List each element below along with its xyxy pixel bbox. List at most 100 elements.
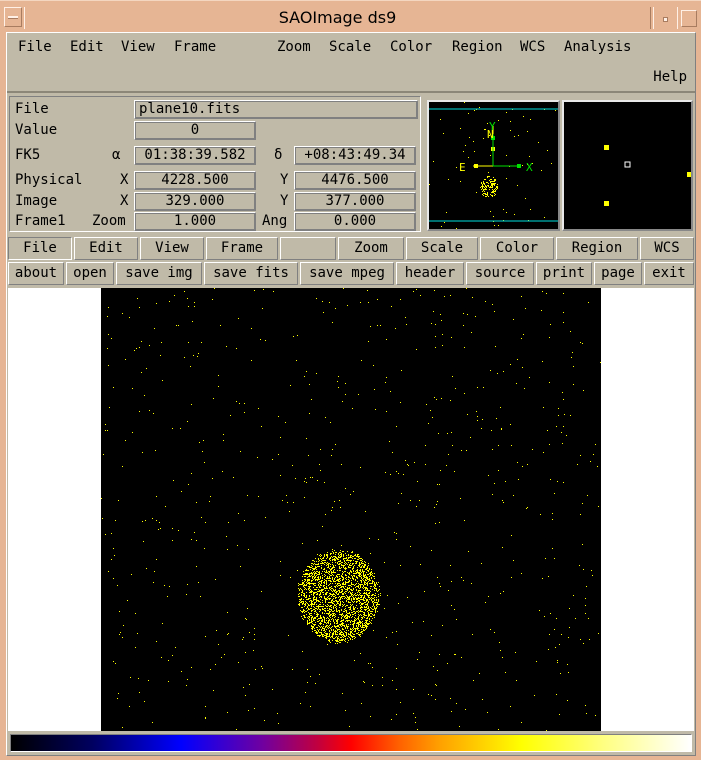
window-menu-button[interactable]	[4, 7, 22, 27]
btn-zoom[interactable]: Zoom	[338, 237, 404, 260]
ra-value: 01:38:39.582	[134, 146, 256, 165]
background-photon	[280, 561, 281, 562]
btn-open[interactable]: open	[66, 262, 114, 285]
background-photon	[448, 454, 449, 455]
source-photon	[340, 640, 341, 641]
panner-canvas[interactable]: N E X Y	[429, 102, 558, 229]
source-photon	[358, 583, 359, 584]
source-photon	[311, 575, 312, 576]
background-photon	[600, 362, 601, 363]
background-photon	[249, 632, 250, 633]
background-photon	[244, 412, 245, 413]
source-photon	[378, 600, 379, 601]
colorbar[interactable]	[10, 734, 692, 752]
source-photon	[375, 609, 376, 610]
background-photon	[280, 575, 281, 576]
panner-source-photon	[487, 177, 488, 178]
source-photon	[305, 603, 306, 604]
source-photon	[355, 561, 356, 562]
background-photon	[311, 399, 312, 400]
source-photon	[361, 632, 362, 633]
menu-file[interactable]: File	[18, 39, 52, 55]
btn-file[interactable]: File	[8, 237, 72, 260]
panner-source-photon	[484, 184, 485, 185]
btn-scale[interactable]: Scale	[406, 237, 478, 260]
btn-page[interactable]: page	[594, 262, 642, 285]
source-photon	[312, 601, 313, 602]
menu-wcs[interactable]: WCS	[520, 39, 545, 55]
source-photon	[361, 581, 362, 582]
btn-edit[interactable]: Edit	[74, 237, 138, 260]
source-photon	[364, 612, 365, 613]
background-photon	[228, 522, 229, 523]
btn-frame[interactable]: Frame	[206, 237, 278, 260]
background-photon	[511, 577, 512, 578]
btn-save-img[interactable]: save img	[116, 262, 202, 285]
background-photon	[320, 470, 321, 471]
source-photon	[340, 598, 341, 599]
background-photon	[139, 307, 140, 308]
source-photon	[369, 623, 370, 624]
maximize-button[interactable]	[677, 7, 697, 29]
btn-about[interactable]: about	[8, 262, 64, 285]
btn-save-mpeg[interactable]: save mpeg	[300, 262, 394, 285]
background-photon	[329, 616, 330, 617]
btn-wcs[interactable]: WCS	[640, 237, 694, 260]
background-photon	[119, 634, 120, 635]
menu-view[interactable]: View	[121, 39, 155, 55]
menu-analysis[interactable]: Analysis	[564, 39, 631, 55]
source-photon	[313, 584, 314, 585]
btn-view[interactable]: View	[140, 237, 204, 260]
source-photon	[319, 586, 320, 587]
btn-save-fits[interactable]: save fits	[204, 262, 298, 285]
image-canvas[interactable]	[101, 288, 601, 731]
source-photon	[340, 561, 341, 562]
btn-header[interactable]: header	[396, 262, 464, 285]
source-photon	[314, 597, 315, 598]
source-photon	[321, 555, 322, 556]
menu-zoom[interactable]: Zoom	[277, 39, 311, 55]
menu-edit[interactable]: Edit	[70, 39, 104, 55]
menu-region[interactable]: Region	[452, 39, 503, 55]
source-photon	[372, 598, 373, 599]
source-photon	[359, 564, 360, 565]
source-photon	[375, 584, 376, 585]
source-photon	[307, 620, 308, 621]
source-photon	[316, 632, 317, 633]
menu-help[interactable]: Help	[653, 69, 687, 85]
menu-scale[interactable]: Scale	[329, 39, 371, 55]
menu-color[interactable]: Color	[390, 39, 432, 55]
source-photon	[358, 600, 359, 601]
btn-blank[interactable]	[280, 237, 336, 260]
title-bar[interactable]: SAOImage ds9	[0, 0, 701, 32]
source-photon	[335, 627, 336, 628]
btn-region[interactable]: Region	[556, 237, 638, 260]
btn-print[interactable]: print	[536, 262, 592, 285]
source-photon	[320, 594, 321, 595]
source-photon	[352, 594, 353, 595]
source-photon	[313, 595, 314, 596]
source-photon	[347, 551, 348, 552]
btn-color[interactable]: Color	[480, 237, 554, 260]
background-photon	[239, 403, 240, 404]
panner-source-photon	[495, 180, 496, 181]
btn-source[interactable]: source	[466, 262, 534, 285]
menu-frame[interactable]: Frame	[174, 39, 216, 55]
source-photon	[341, 576, 342, 577]
background-photon	[245, 652, 246, 653]
source-photon	[311, 573, 312, 574]
btn-exit[interactable]: exit	[644, 262, 694, 285]
source-photon	[360, 634, 361, 635]
fits-image[interactable]	[101, 288, 601, 731]
background-photon	[214, 288, 215, 289]
panner[interactable]: N E X Y	[427, 100, 560, 231]
background-photon	[138, 678, 139, 679]
source-photon	[359, 566, 360, 567]
panner-source-photon	[496, 189, 497, 190]
source-photon	[324, 585, 325, 586]
minimize-button[interactable]	[653, 7, 675, 29]
background-photon	[245, 618, 246, 619]
source-photon	[349, 574, 350, 575]
background-photon	[432, 417, 433, 418]
image-display-area[interactable]	[8, 288, 694, 733]
